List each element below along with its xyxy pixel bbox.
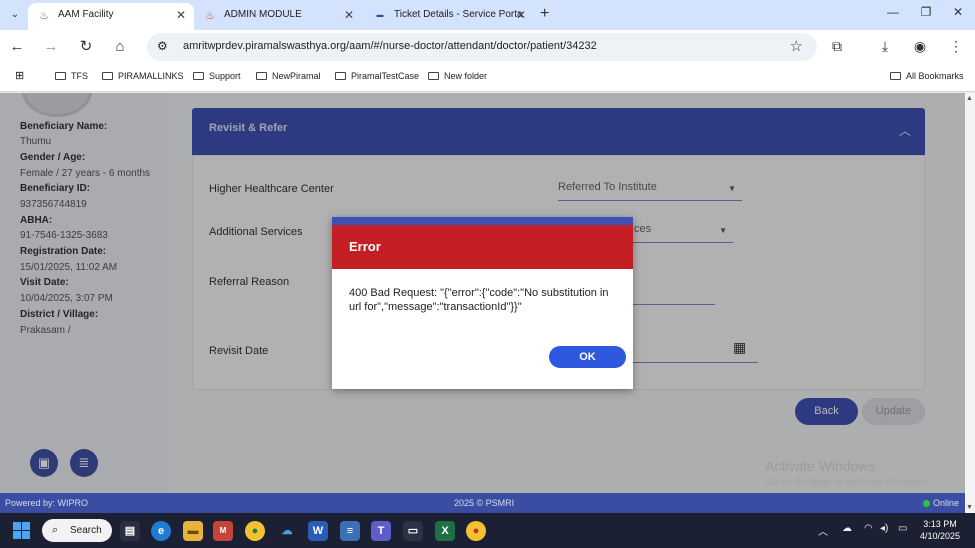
bookmark-label: PiramalTestCase — [351, 71, 420, 81]
excel-icon[interactable]: X — [435, 521, 455, 541]
folder-icon — [890, 72, 901, 80]
cloud-icon[interactable]: ☁ — [842, 523, 852, 534]
page-footer: Powered by: WIPRO 2025 © PSMRI Online — [0, 493, 965, 513]
aam-favicon-icon: ♨ — [39, 10, 49, 22]
activate-windows-title: Activate Windows — [765, 458, 876, 474]
app-ms365-icon[interactable]: M — [213, 521, 233, 541]
tab-title: ADMIN MODULE — [224, 9, 302, 20]
bookmark-label: TFS — [71, 71, 88, 81]
search-label: Search — [70, 525, 102, 536]
clock-date: 4/10/2025 — [920, 531, 961, 541]
bookmarks-bar: ⊞ TFS PIRAMALLINKS Support NewPiramal Pi… — [0, 64, 975, 92]
site-settings-icon[interactable]: ⚙ — [157, 39, 168, 53]
chrome-second-icon[interactable]: ● — [466, 521, 486, 541]
onedrive-icon[interactable]: ☁ — [277, 521, 297, 541]
windows-taskbar: ⌕ Search ▤ e ▬ M ● ☁ W ≡ T ▭ X ● ︿ ☁ ◠ ◂… — [0, 513, 975, 548]
window-close-icon[interactable]: ✕ — [948, 5, 968, 19]
bookmark-star-icon[interactable]: ☆ — [790, 37, 803, 55]
copyright: 2025 © PSMRI — [454, 498, 515, 508]
address-bar: ← → ↻ ⌂ ⚙ amritwprdev.piramalswasthya.or… — [0, 30, 975, 64]
tab-admin-module[interactable]: ♨ ADMIN MODULE ✕ — [194, 3, 362, 30]
tab-ticket-details[interactable]: ▬ Ticket Details - Service Porta ✕ — [364, 3, 534, 30]
bookmark-newpiramal[interactable]: NewPiramal — [256, 71, 321, 81]
bookmark-label: NewPiramal — [272, 71, 321, 81]
edge-icon[interactable]: e — [151, 521, 171, 541]
online-status: Online — [922, 498, 959, 508]
menu-kebab-icon[interactable]: ⋮ — [947, 38, 965, 55]
close-tab-icon[interactable]: ✕ — [516, 3, 526, 27]
tab-title: Ticket Details - Service Porta — [394, 9, 523, 20]
clock-time: 3:13 PM — [923, 519, 957, 529]
folder-icon — [335, 72, 346, 80]
bookmark-label: Support — [209, 71, 241, 81]
task-view-icon[interactable]: ▤ — [120, 521, 140, 541]
bookmark-new-folder[interactable]: New folder — [428, 71, 487, 81]
chrome-icon[interactable]: ● — [245, 521, 265, 541]
word-icon[interactable]: W — [308, 521, 328, 541]
forward-arrow-icon[interactable]: → — [41, 37, 61, 57]
wifi-icon[interactable]: ◠ — [864, 523, 873, 534]
extensions-puzzle-icon[interactable]: ⧉ — [828, 38, 846, 55]
error-dialog: Error 400 Bad Request: "{"error":{"code"… — [332, 217, 633, 389]
file-explorer-icon[interactable]: ▬ — [183, 521, 203, 541]
folder-icon — [102, 72, 113, 80]
dialog-top-strip — [332, 217, 633, 225]
new-tab-plus-icon[interactable]: + — [540, 5, 549, 23]
teams-icon[interactable]: T — [371, 521, 391, 541]
search-icon: ⌕ — [52, 524, 59, 536]
bookmark-label: New folder — [444, 71, 488, 81]
folder-icon — [193, 72, 204, 80]
notepad-icon[interactable]: ≡ — [340, 521, 360, 541]
browser-tab-bar: ⌄ ♨ AAM Facility ✕ ♨ ADMIN MODULE ✕ ▬ Ti… — [0, 0, 975, 30]
remote-desktop-icon[interactable]: ▭ — [403, 521, 423, 541]
home-icon[interactable]: ⌂ — [110, 37, 130, 57]
taskbar-clock[interactable]: 3:13 PM 4/10/2025 — [920, 518, 960, 542]
activate-windows-subtitle: Go to Settings to activate Windows. — [765, 476, 931, 488]
bookmark-label: All Bookmarks — [906, 71, 964, 81]
close-tab-icon[interactable]: ✕ — [176, 3, 186, 27]
scroll-down-icon[interactable]: ▼ — [966, 504, 973, 511]
powered-by: Powered by: WIPRO — [5, 498, 89, 508]
page-scrollbar[interactable]: ▲ ▼ — [965, 93, 975, 513]
tab-search-chevron-icon[interactable]: ⌄ — [6, 6, 24, 24]
dialog-header: Error — [332, 225, 633, 269]
download-icon[interactable]: ⤓ — [876, 38, 894, 55]
url-text: amritwprdev.piramalswasthya.org/aam/#/nu… — [183, 40, 597, 52]
tab-aam-facility[interactable]: ♨ AAM Facility ✕ — [28, 3, 194, 30]
minimize-icon[interactable]: — — [883, 5, 903, 19]
apps-grid-icon[interactable]: ⊞ — [15, 69, 24, 82]
scroll-up-icon[interactable]: ▲ — [966, 95, 973, 102]
admin-favicon-icon: ♨ — [205, 10, 215, 22]
ok-button[interactable]: OK — [549, 346, 626, 368]
tab-title: AAM Facility — [58, 9, 114, 20]
all-bookmarks[interactable]: All Bookmarks — [890, 71, 964, 81]
reload-icon[interactable]: ↻ — [76, 37, 96, 57]
close-tab-icon[interactable]: ✕ — [344, 3, 354, 27]
dialog-message: 400 Bad Request: "{"error":{"code":"No s… — [349, 287, 609, 313]
online-status-label: Online — [932, 498, 959, 508]
restore-icon[interactable]: ❐ — [916, 5, 936, 19]
folder-icon — [256, 72, 267, 80]
windows-start-icon[interactable] — [13, 522, 30, 539]
bookmark-tfs[interactable]: TFS — [55, 71, 88, 81]
bookmark-label: PIRAMALLINKS — [118, 71, 184, 81]
bookmark-piramallinks[interactable]: PIRAMALLINKS — [102, 71, 184, 81]
dialog-title: Error — [349, 239, 381, 254]
volume-icon[interactable]: ◂) — [880, 523, 888, 534]
url-field[interactable]: ⚙ amritwprdev.piramalswasthya.org/aam/#/… — [147, 33, 817, 61]
ticket-favicon-icon: ▬ — [376, 12, 384, 19]
profile-icon[interactable]: ◉ — [911, 38, 929, 55]
battery-icon[interactable]: ▭ — [898, 523, 907, 534]
folder-icon — [55, 72, 66, 80]
bookmark-piramaltestcase[interactable]: PiramalTestCase — [335, 71, 419, 81]
tray-chevron-icon[interactable]: ︿ — [818, 523, 828, 538]
bookmark-support[interactable]: Support — [193, 71, 241, 81]
back-arrow-icon[interactable]: ← — [7, 37, 27, 57]
taskbar-search[interactable]: ⌕ Search — [42, 519, 112, 542]
folder-icon — [428, 72, 439, 80]
online-dot-icon — [922, 500, 930, 507]
